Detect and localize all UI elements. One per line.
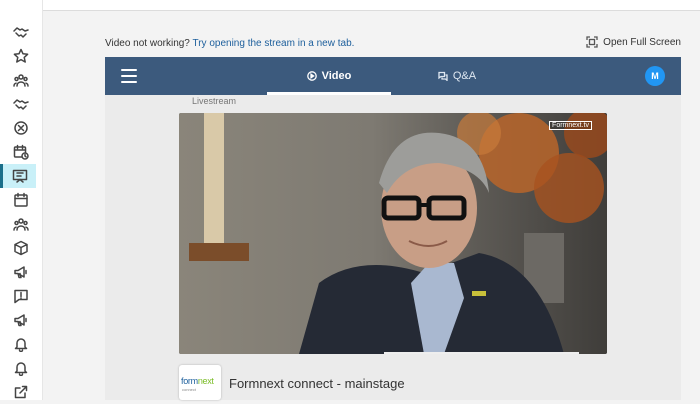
sidebar-item-megaphone[interactable] [0,260,42,284]
open-stream-new-tab-link[interactable]: Try opening the stream in a new tab. [192,38,354,49]
logo-wordmark: formnext [181,376,214,386]
logo-subtitle: connect [182,387,197,392]
handshake-icon [13,27,29,38]
sidebar-item-close-circle[interactable] [0,116,42,140]
calendar-clock-icon [13,144,29,160]
video-frame [179,113,607,354]
people-group-icon [13,218,29,231]
sidebar-item-handshake-icon[interactable] [0,20,42,44]
bell-icon [14,362,28,376]
sidebar-item-box[interactable] [0,236,42,260]
megaphone-icon [14,314,27,327]
sidebar-item-megaphone-2[interactable] [0,308,42,332]
sidebar-item-bell-2[interactable] [0,356,42,380]
tab-video-label: Video [321,70,352,82]
alert-message-icon [14,289,28,304]
menu-icon[interactable] [121,69,137,83]
stream-content: Livestream Formnext.tv formnext connect … [105,95,681,400]
formnext-tv-badge: Formnext.tv [549,121,592,130]
sidebar-item-bell[interactable] [0,332,42,356]
user-avatar[interactable]: M [645,66,665,86]
event-title: Formnext connect - mainstage [229,376,405,391]
stream-navbar: Video Q&A M [105,57,681,95]
sidebar-item-alert-message[interactable] [0,284,42,308]
bell-icon [14,338,28,352]
video-player[interactable]: Formnext.tv [179,113,607,354]
notice-text: Video not working? [105,38,190,49]
calendar-icon [14,192,28,207]
play-circle-icon [306,71,317,81]
sidebar-item-calendar[interactable] [0,188,42,212]
tab-qa-label: Q&A [452,70,477,82]
stream-help-notice: Video not working? Try opening the strea… [105,38,354,49]
sidebar-item-external-link[interactable] [0,380,42,404]
livestream-label: Livestream [192,96,237,106]
sidebar [0,0,43,400]
sidebar-item-calendar-clock[interactable] [0,140,42,164]
open-full-screen-button[interactable]: Open Full Screen [586,36,681,48]
tab-video[interactable]: Video [267,57,391,95]
formnext-logo: formnext connect [179,365,221,400]
chat-bubbles-icon [438,71,448,81]
tab-qa[interactable]: Q&A [407,57,507,95]
box-icon [14,240,28,256]
fullscreen-icon [586,36,598,48]
external-link-icon [14,385,28,399]
top-bar [42,0,700,11]
megaphone-icon [14,266,27,279]
sidebar-item-people-group-2[interactable] [0,212,42,236]
close-circle-icon [14,121,28,135]
sidebar-item-presentation[interactable] [0,164,36,188]
sidebar-item-handshake-2[interactable] [0,92,42,116]
handshake-icon [13,99,29,110]
people-group-icon [13,74,29,87]
fullscreen-label: Open Full Screen [603,36,681,48]
star-icon [13,48,29,63]
presentation-icon [12,169,27,183]
sidebar-item-star[interactable] [0,44,42,68]
sidebar-item-people-group[interactable] [0,68,42,92]
